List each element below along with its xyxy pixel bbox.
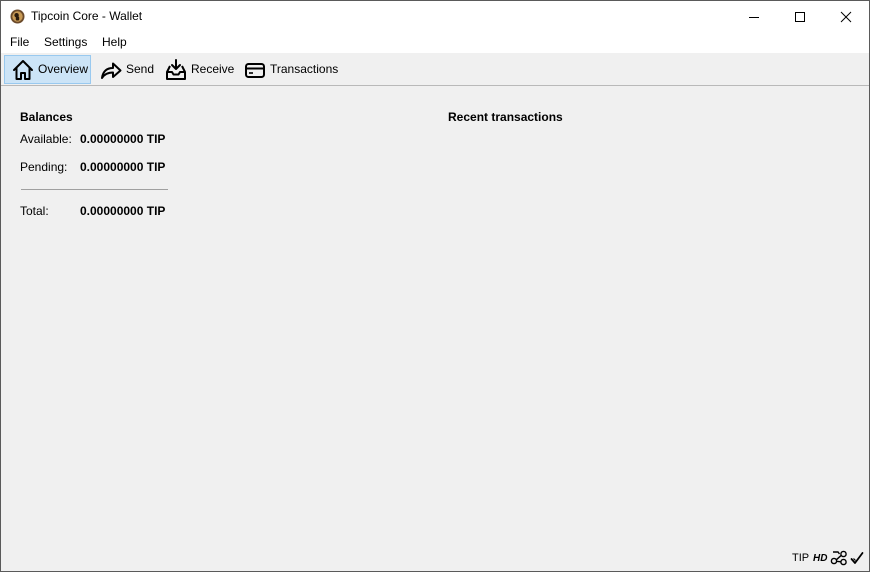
toolbar: Overview Send Receive Transactions <box>1 53 869 86</box>
network-connections-icon[interactable] <box>830 550 848 566</box>
close-icon <box>840 11 852 22</box>
close-button[interactable] <box>823 1 869 32</box>
tab-transactions-label: Transactions <box>270 62 339 76</box>
tab-send[interactable]: Send <box>96 55 156 84</box>
menu-bar: File Settings Help <box>1 32 869 53</box>
available-label: Available: <box>20 132 72 146</box>
menu-settings[interactable]: Settings <box>44 35 87 50</box>
total-label: Total: <box>20 204 49 218</box>
title-bar[interactable]: Tipcoin Core - Wallet <box>1 1 869 32</box>
tab-overview-label: Overview <box>38 62 89 76</box>
balance-divider <box>21 189 168 190</box>
total-value: 0.00000000 TIP <box>80 204 166 218</box>
tab-transactions[interactable]: Transactions <box>241 55 339 84</box>
balances-title: Balances <box>20 110 73 124</box>
maximize-icon <box>795 11 805 22</box>
tab-overview[interactable]: Overview <box>4 55 91 84</box>
menu-file[interactable]: File <box>10 35 29 50</box>
overview-page: Balances Available: 0.00000000 TIP Pendi… <box>1 87 869 571</box>
available-value: 0.00000000 TIP <box>80 132 166 146</box>
pending-value: 0.00000000 TIP <box>80 160 166 174</box>
tab-receive-label: Receive <box>191 62 235 76</box>
tab-send-label: Send <box>126 62 155 76</box>
hd-wallet-indicator: HD <box>813 553 828 564</box>
receive-inbox-icon <box>166 58 186 80</box>
menu-help[interactable]: Help <box>102 35 127 50</box>
card-icon <box>245 62 265 78</box>
recent-transactions-title: Recent transactions <box>448 110 563 124</box>
send-arrow-icon <box>101 62 122 79</box>
status-bar: TIP HD <box>1 546 869 571</box>
display-unit-label[interactable]: TIP <box>792 552 809 565</box>
pending-label: Pending: <box>20 160 68 174</box>
minimize-icon <box>749 16 759 18</box>
minimize-button[interactable] <box>731 1 777 32</box>
tab-receive[interactable]: Receive <box>162 55 235 84</box>
maximize-button[interactable] <box>777 1 823 32</box>
window-title: Tipcoin Core - Wallet <box>31 9 143 23</box>
app-window: Tipcoin Core - Wallet File Settings Help… <box>0 0 870 572</box>
synced-check-icon <box>850 552 864 564</box>
tipcoin-logo-icon <box>10 9 25 24</box>
home-icon <box>13 59 33 80</box>
